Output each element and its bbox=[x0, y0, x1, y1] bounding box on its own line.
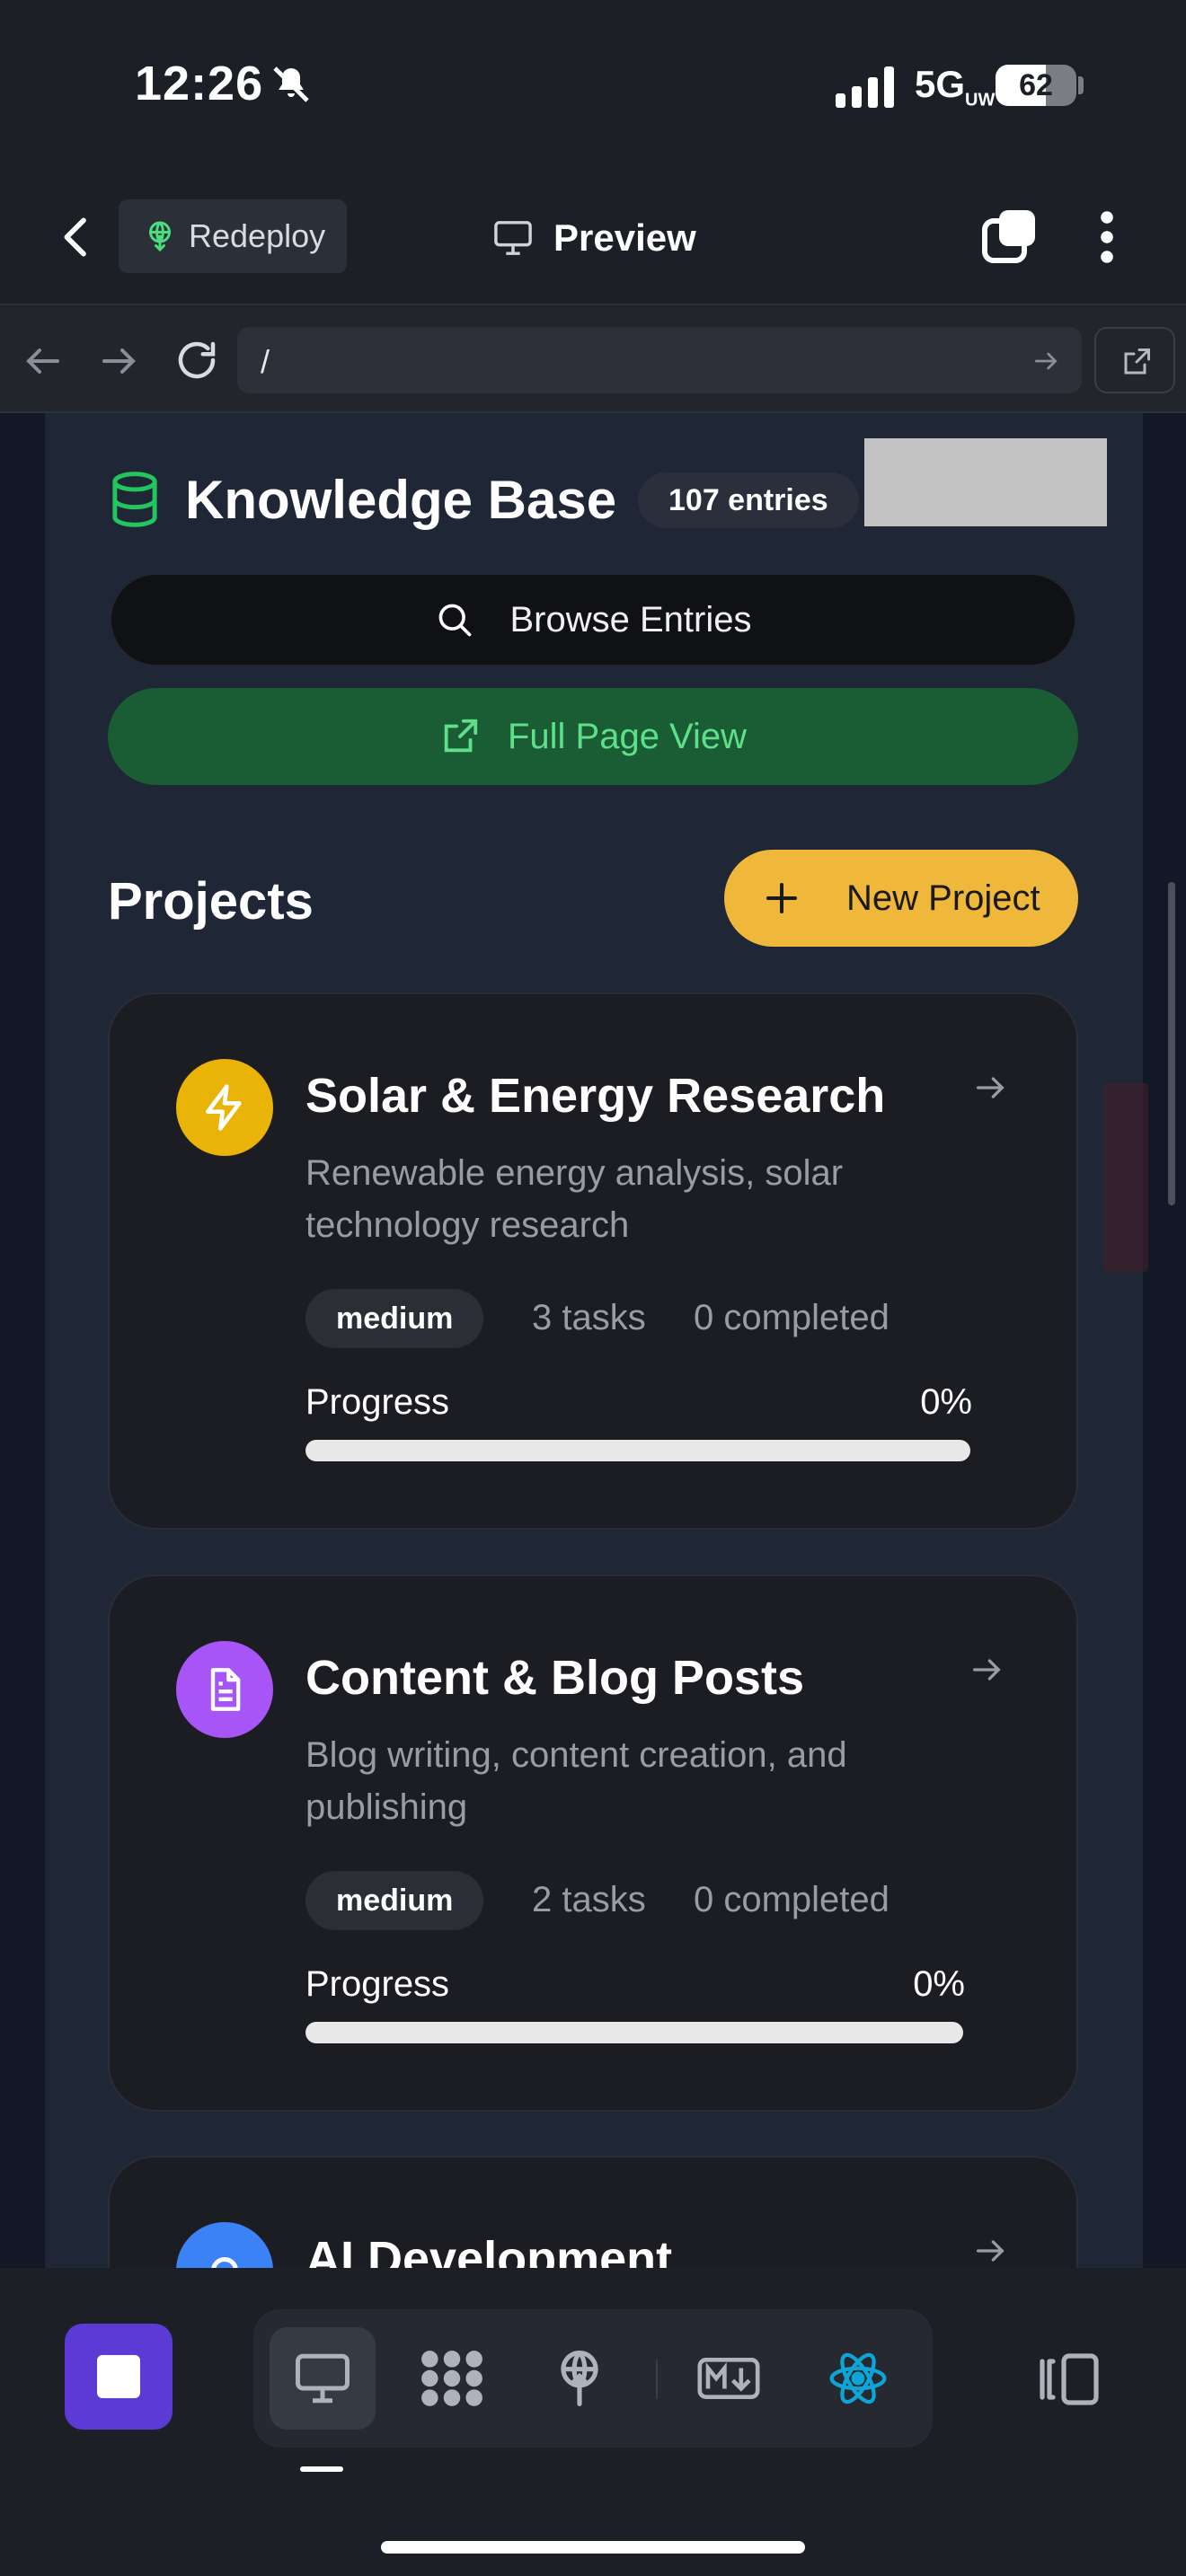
progress-bar bbox=[305, 2022, 963, 2043]
completed-count: 0 completed bbox=[694, 1880, 890, 1919]
project-icon-badge bbox=[176, 1641, 273, 1738]
back-chevron-icon[interactable] bbox=[52, 212, 102, 262]
redeploy-label: Redeploy bbox=[189, 217, 326, 254]
project-title: Solar & Energy Research bbox=[305, 1069, 886, 1123]
battery-icon: 62 bbox=[996, 65, 1076, 106]
external-link-icon bbox=[444, 719, 478, 753]
markdown-tool-button[interactable] bbox=[676, 2327, 782, 2430]
go-arrow-icon[interactable] bbox=[1031, 347, 1060, 375]
plus-icon bbox=[766, 883, 797, 913]
projects-heading: Projects bbox=[108, 872, 314, 931]
arrow-right-icon[interactable] bbox=[97, 340, 140, 383]
deploy-icon bbox=[149, 221, 171, 252]
task-count: 3 tasks bbox=[532, 1298, 646, 1337]
bell-muted-icon bbox=[273, 66, 309, 102]
project-title: AI Development bbox=[305, 2232, 673, 2268]
priority-badge: medium bbox=[305, 1289, 484, 1348]
stop-icon bbox=[97, 2355, 140, 2398]
arrow-right-icon[interactable] bbox=[972, 2233, 1008, 2268]
more-vertical-icon[interactable] bbox=[1089, 208, 1125, 266]
arrow-right-icon[interactable] bbox=[969, 1652, 1005, 1688]
database-icon bbox=[112, 472, 157, 527]
knowledge-base-title: Knowledge Base bbox=[185, 470, 617, 530]
project-card[interactable]: Content & Blog Posts Blog writing, conte… bbox=[108, 1575, 1078, 2112]
progress-label: Progress bbox=[305, 1964, 450, 2004]
deploy-icon bbox=[561, 2350, 598, 2406]
react-tool-button[interactable] bbox=[805, 2327, 911, 2430]
search-icon bbox=[211, 2257, 238, 2268]
project-card[interactable]: Solar & Energy Research Renewable energy… bbox=[108, 992, 1078, 1530]
full-page-view-label: Full Page View bbox=[507, 716, 748, 756]
app-header: Redeploy Preview bbox=[0, 180, 1186, 305]
overlay-artifact bbox=[1103, 1083, 1148, 1272]
progress-value: 0% bbox=[913, 1964, 965, 2004]
progress-bar bbox=[305, 1440, 970, 1461]
markdown-icon bbox=[697, 2358, 760, 2399]
document-icon bbox=[210, 1668, 241, 1711]
bottom-dock bbox=[0, 2268, 1186, 2576]
divider bbox=[656, 2360, 658, 2399]
arrow-right-icon[interactable] bbox=[972, 1070, 1008, 1106]
task-count: 2 tasks bbox=[532, 1880, 646, 1919]
new-project-label: New Project bbox=[846, 878, 1040, 918]
url-input[interactable]: / bbox=[237, 327, 1082, 393]
project-card[interactable]: AI Development bbox=[108, 2156, 1078, 2268]
active-tab-indicator bbox=[300, 2466, 343, 2472]
search-icon bbox=[438, 604, 471, 637]
desktop-icon bbox=[296, 2353, 350, 2404]
browse-entries-button[interactable]: Browse Entries bbox=[110, 573, 1076, 666]
progress-value: 0% bbox=[920, 1382, 972, 1422]
redacted-region bbox=[864, 438, 1107, 526]
redeploy-button[interactable]: Redeploy bbox=[119, 199, 347, 273]
project-description: Blog writing, content creation, and publ… bbox=[305, 1735, 847, 1827]
tool-switcher bbox=[253, 2309, 933, 2448]
project-title: Content & Blog Posts bbox=[305, 1651, 804, 1705]
reload-icon[interactable] bbox=[173, 336, 221, 384]
desktop-icon bbox=[494, 221, 532, 255]
preview-title: Preview bbox=[492, 207, 696, 269]
project-description: Renewable energy analysis, solar technol… bbox=[305, 1153, 844, 1245]
react-icon bbox=[829, 2352, 887, 2404]
stop-button[interactable] bbox=[65, 2324, 173, 2430]
external-link-icon bbox=[1124, 348, 1150, 375]
lightning-icon bbox=[206, 1084, 242, 1131]
cluster-icon bbox=[421, 2351, 482, 2406]
project-icon-badge bbox=[176, 2222, 273, 2268]
tabs-icon[interactable] bbox=[981, 207, 1039, 264]
entries-count-badge: 107 entries bbox=[638, 472, 859, 528]
full-page-view-button[interactable]: Full Page View bbox=[108, 688, 1078, 785]
completed-count: 0 completed bbox=[694, 1298, 890, 1337]
status-bar: 12:26 5GUW 62 bbox=[0, 0, 1186, 180]
open-external-button[interactable] bbox=[1094, 327, 1175, 393]
scrollbar-thumb[interactable] bbox=[1168, 882, 1175, 1205]
priority-badge: medium bbox=[305, 1871, 484, 1930]
url-value: / bbox=[261, 343, 270, 380]
arrow-left-icon[interactable] bbox=[22, 340, 65, 383]
new-project-button[interactable]: New Project bbox=[724, 850, 1078, 947]
preview-content[interactable]: Knowledge Base 107 entries Browse Entrie… bbox=[0, 413, 1186, 2268]
network-type: 5GUW bbox=[915, 63, 996, 110]
battery-level: 62 bbox=[1019, 68, 1053, 102]
cluster-tool-button[interactable] bbox=[399, 2327, 505, 2430]
clock: 12:26 bbox=[135, 57, 264, 110]
layout-icon[interactable] bbox=[1035, 2351, 1100, 2408]
desktop-tool-button[interactable] bbox=[270, 2327, 376, 2430]
progress-label: Progress bbox=[305, 1382, 450, 1422]
home-indicator bbox=[381, 2541, 805, 2554]
signal-icon bbox=[836, 66, 894, 108]
preview-label: Preview bbox=[553, 216, 696, 259]
battery-tip bbox=[1078, 76, 1084, 94]
url-bar: / bbox=[0, 307, 1186, 413]
project-icon-badge bbox=[176, 1059, 273, 1156]
deploy-tool-button[interactable] bbox=[527, 2327, 633, 2430]
browse-entries-label: Browse Entries bbox=[509, 599, 752, 640]
